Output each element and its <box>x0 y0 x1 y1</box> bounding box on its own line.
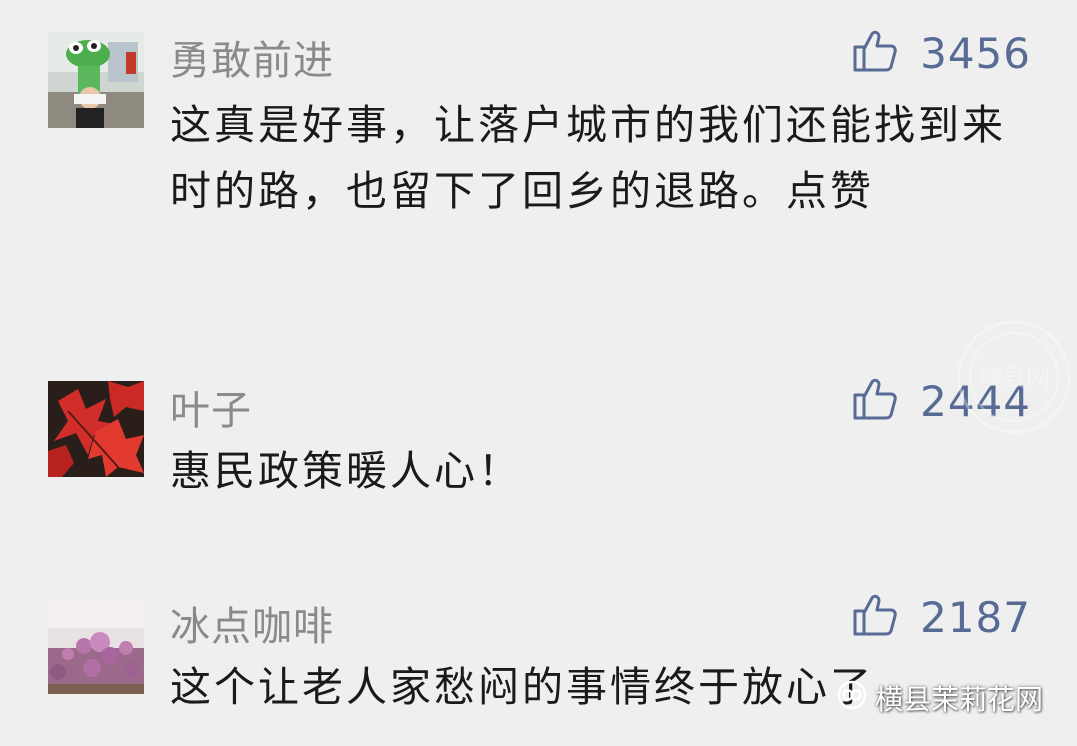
username[interactable]: 冰点咖啡 <box>170 594 334 652</box>
brand-watermark: 横县茉莉花网 <box>837 678 1043 718</box>
brand-name: 横县茉莉花网 <box>874 683 1043 716</box>
watermark-seal: 横县网 <box>955 318 1073 436</box>
comment-item: 勇敢前进 3456 这真是好事，让落户城市的我们还能找到来时的路，也留下了回乡的… <box>0 0 1077 330</box>
comment-text: 惠民政策暖人心！ <box>170 447 522 495</box>
like-button[interactable]: 3456 <box>852 28 1031 78</box>
avatar[interactable] <box>48 32 144 128</box>
comment-item: 冰点咖啡 2187 这个让老人家愁闷的事情终于放心了 <box>0 570 1077 746</box>
thumbs-up-icon <box>852 376 898 426</box>
seal-text: 横县网 <box>978 364 1050 392</box>
username[interactable]: 勇敢前进 <box>170 28 334 86</box>
comment-item: 叶子 2444 惠民政策暖人心！ <box>0 330 1077 570</box>
like-count: 3456 <box>920 28 1031 78</box>
like-button[interactable]: 2187 <box>852 592 1031 642</box>
wechat-channel-icon <box>837 680 867 717</box>
thumbs-up-icon <box>852 28 898 78</box>
username[interactable]: 叶子 <box>170 378 252 436</box>
avatar[interactable] <box>48 598 144 694</box>
comment-text: 这真是好事，让落户城市的我们还能找到来时的路，也留下了回乡的退路。点赞 <box>170 101 1006 215</box>
like-count: 2187 <box>920 592 1031 642</box>
thumbs-up-icon <box>852 592 898 642</box>
avatar[interactable] <box>48 381 144 477</box>
